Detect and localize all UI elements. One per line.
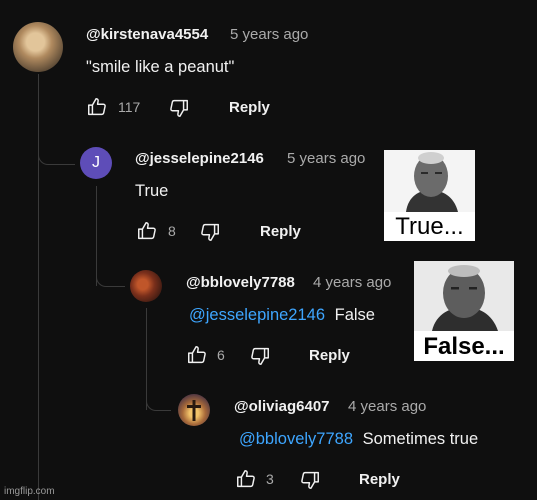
thread-elbow-2: [96, 262, 125, 287]
comment-body: False: [334, 306, 375, 324]
thread-line-main: [38, 74, 39, 500]
thumbs-down-icon[interactable]: [168, 97, 190, 119]
comment-timestamp[interactable]: 5 years ago: [230, 26, 308, 43]
comment-text: @bblovely7788 Sometimes true: [239, 430, 478, 449]
comment-author[interactable]: @bblovely7788: [186, 274, 295, 291]
like-count: 3: [266, 471, 274, 487]
thumbs-down-icon[interactable]: [199, 221, 221, 243]
avatar[interactable]: J: [80, 147, 112, 179]
meme-caption: True...: [395, 213, 464, 240]
comment-author[interactable]: @oliviag6407: [234, 398, 330, 415]
comment-text: "smile like a peanut": [86, 58, 235, 76]
like-count: 6: [217, 347, 225, 363]
mention-link[interactable]: @jesselepine2146: [189, 306, 325, 324]
comment-timestamp[interactable]: 5 years ago: [287, 150, 365, 167]
like-count: 8: [168, 223, 176, 239]
reply-button[interactable]: Reply: [359, 471, 400, 488]
comment-timestamp[interactable]: 4 years ago: [348, 398, 426, 415]
thumbs-down-icon[interactable]: [249, 345, 271, 367]
thumbs-up-icon[interactable]: [235, 468, 257, 490]
meme-caption: False...: [423, 333, 505, 360]
comment-author[interactable]: @kirstenava4554: [86, 26, 208, 43]
meme-image-true: True...: [384, 150, 475, 241]
reply-button[interactable]: Reply: [229, 99, 270, 116]
avatar[interactable]: [178, 394, 210, 426]
thumbs-up-icon[interactable]: [86, 96, 108, 118]
watermark: imgflip.com: [4, 486, 55, 497]
portrait-photo: [384, 150, 475, 212]
comment-timestamp[interactable]: 4 years ago: [313, 274, 391, 291]
reply-button[interactable]: Reply: [260, 223, 301, 240]
reply-button[interactable]: Reply: [309, 347, 350, 364]
thumbs-up-icon[interactable]: [136, 220, 158, 242]
avatar[interactable]: [130, 270, 162, 302]
like-count: 117: [118, 99, 141, 115]
comment-body: Sometimes true: [362, 430, 479, 448]
cross-icon: [187, 400, 201, 421]
mention-link[interactable]: @bblovely7788: [239, 430, 353, 448]
thread-elbow-3: [146, 384, 171, 411]
thumbs-down-icon[interactable]: [299, 469, 321, 491]
meme-image-false: False...: [414, 261, 514, 361]
thread-elbow-1: [38, 140, 75, 165]
avatar-initial: J: [92, 154, 100, 171]
portrait-photo: [414, 261, 514, 331]
comment-author[interactable]: @jesselepine2146: [135, 150, 264, 167]
comment-text: @jesselepine2146 False: [189, 306, 375, 325]
comment-text: True: [135, 182, 169, 200]
thumbs-up-icon[interactable]: [186, 344, 208, 366]
avatar[interactable]: [13, 22, 63, 72]
